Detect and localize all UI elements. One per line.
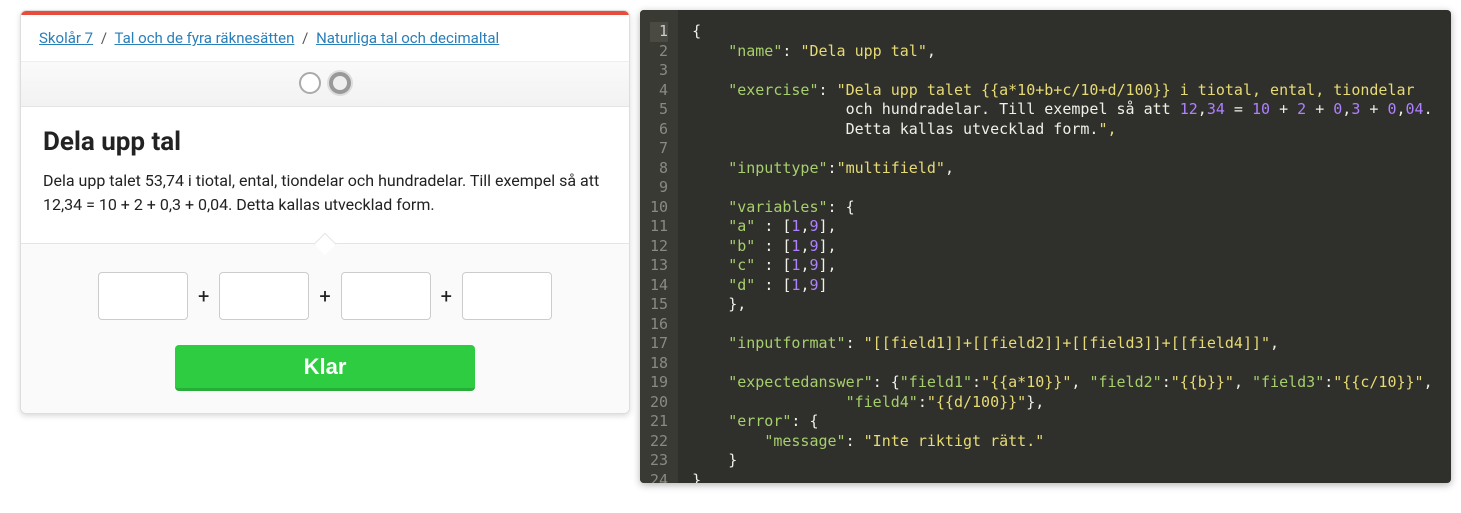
progress-dot-active[interactable] <box>329 72 351 94</box>
answer-fields: + + + <box>43 272 607 320</box>
field1-input[interactable] <box>98 272 188 320</box>
code-editor[interactable]: 123456789101112131415161718192021222324 … <box>640 10 1451 483</box>
progress-dot[interactable] <box>299 72 321 94</box>
breadcrumb-link-1[interactable]: Skolår 7 <box>39 29 93 47</box>
breadcrumb: Skolår 7 / Tal och de fyra räknesätten /… <box>21 15 629 62</box>
field2-input[interactable] <box>219 272 309 320</box>
breadcrumb-sep: / <box>302 29 308 47</box>
code-content[interactable]: { "name": "Dela upp tal", "exercise": "D… <box>678 10 1451 483</box>
progress-indicator <box>21 62 629 107</box>
field3-input[interactable] <box>341 272 431 320</box>
exercise-title: Dela upp tal <box>43 127 607 157</box>
breadcrumb-link-3[interactable]: Naturliga tal och decimaltal <box>316 29 499 47</box>
plus-sign: + <box>441 284 452 308</box>
line-gutter: 123456789101112131415161718192021222324 <box>640 10 678 483</box>
field4-input[interactable] <box>462 272 552 320</box>
plus-sign: + <box>319 284 330 308</box>
done-button[interactable]: Klar <box>175 345 475 391</box>
exercise-card: Skolår 7 / Tal och de fyra räknesätten /… <box>20 10 630 414</box>
answer-area: + + + Klar <box>21 243 629 413</box>
breadcrumb-link-2[interactable]: Tal och de fyra räknesätten <box>114 29 294 47</box>
breadcrumb-sep: / <box>101 29 107 47</box>
exercise-description: Dela upp talet 53,74 i tiotal, ental, ti… <box>43 169 607 217</box>
plus-sign: + <box>198 284 209 308</box>
exercise-panel: Skolår 7 / Tal och de fyra räknesätten /… <box>0 0 640 513</box>
exercise-content: Dela upp tal Dela upp talet 53,74 i tiot… <box>21 107 629 243</box>
